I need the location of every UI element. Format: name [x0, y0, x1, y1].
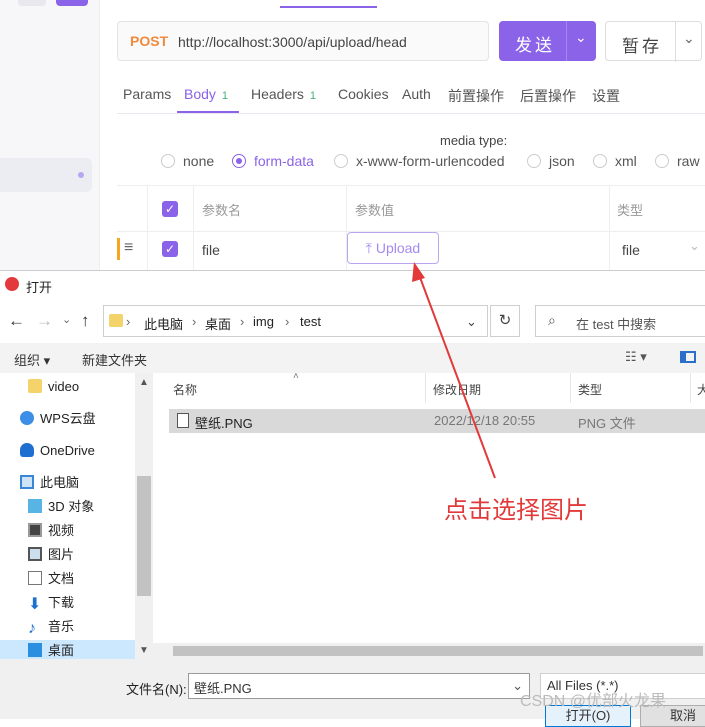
annotation-text: 点击选择图片 [444, 497, 588, 524]
annotation-arrow [412, 262, 496, 479]
watermark: CSDN @优部火龙果 [520, 693, 667, 710]
